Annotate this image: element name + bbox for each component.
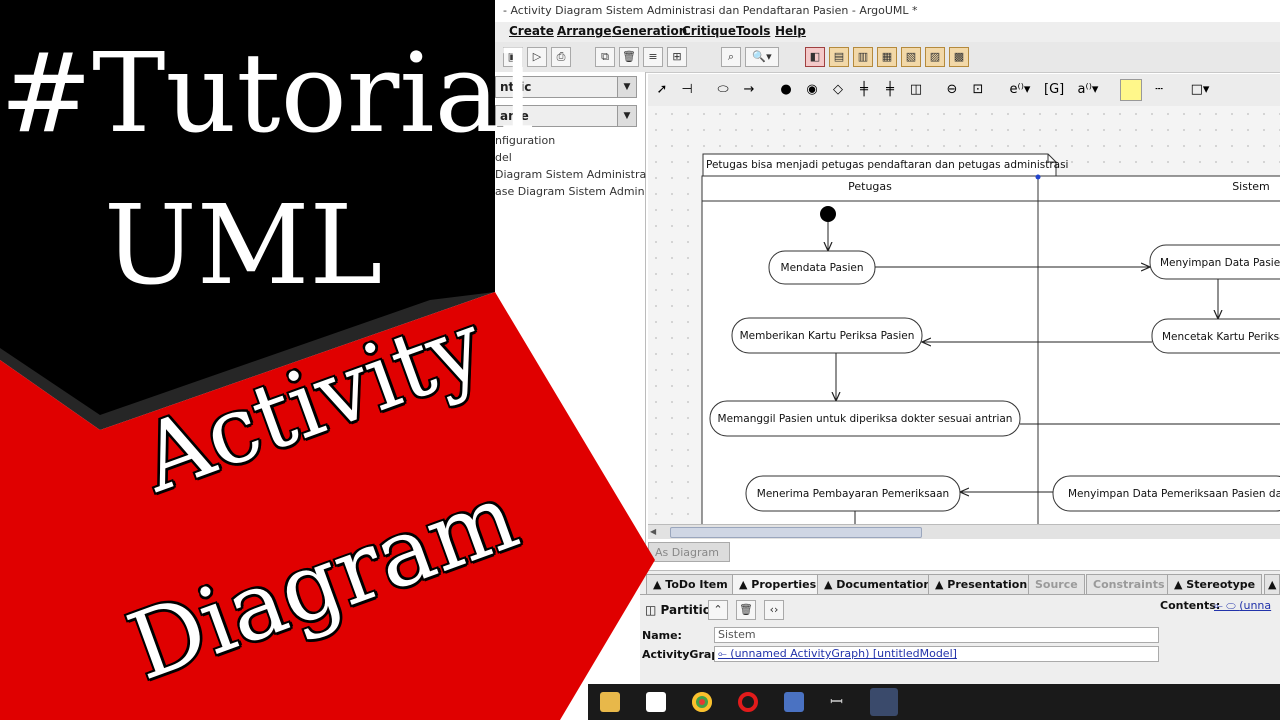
overlay-title-line2: UML — [104, 181, 383, 309]
overlay-title-line1: #Tutorial — [0, 29, 536, 157]
